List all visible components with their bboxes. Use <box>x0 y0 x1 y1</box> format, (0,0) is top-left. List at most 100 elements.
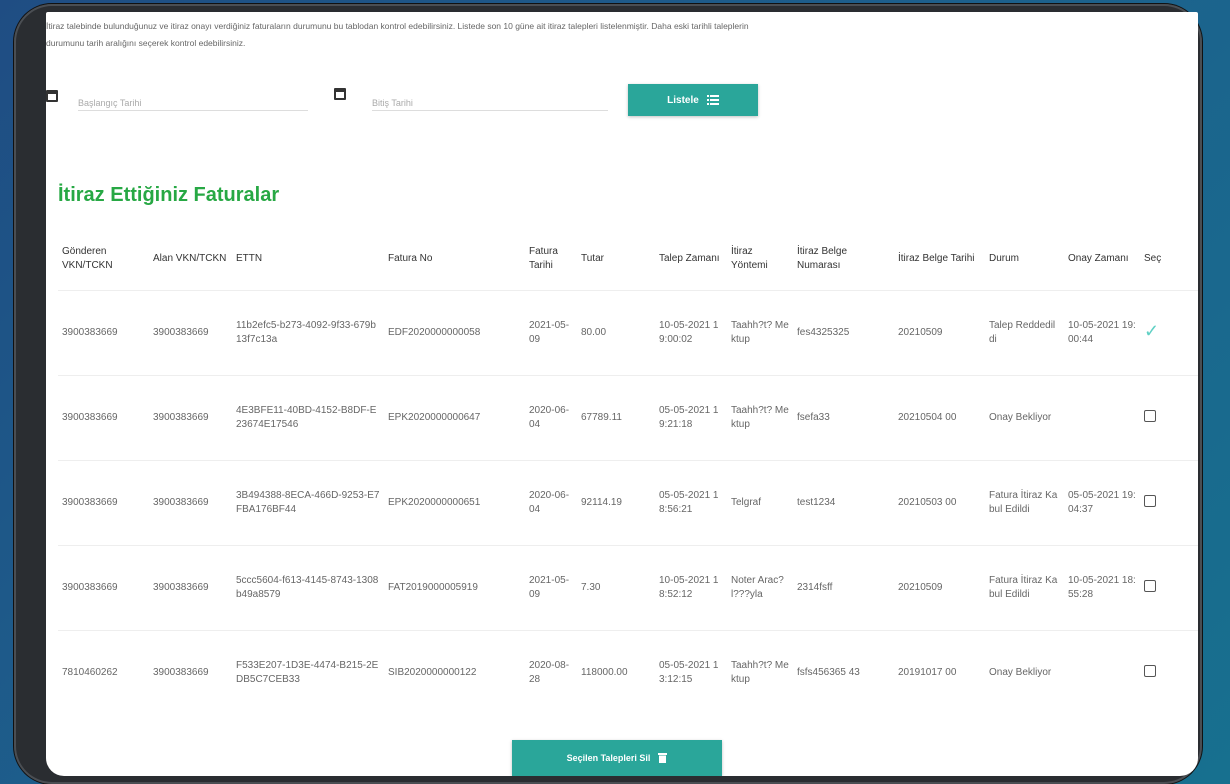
table-row: 3900383669 3900383669 3B494388-8ECA-466D-9… <box>58 460 1198 546</box>
cell-amount: 67789.11 <box>577 375 655 461</box>
cell-method: Taahh?t? Mektup <box>727 290 793 376</box>
cell-invoice-date: 2020-08-28 <box>525 630 577 715</box>
header-request-time: Talep Zamanı <box>659 253 720 264</box>
table-header-row: Gönderen VKN/TCKN Alan VKN/TCKN ETTN Fat… <box>58 228 1198 291</box>
cell-receiver: 3900383669 <box>149 630 232 715</box>
cell-ettn: 3B494388-8ECA-466D-9253-E7FBA176BF44 <box>232 460 384 546</box>
header-approval-time: Onay Zamanı <box>1068 253 1129 264</box>
header-method: İtiraz Yöntemi <box>731 246 768 271</box>
cell-doc-date: 20210509 <box>894 545 985 631</box>
cell-invoice-date: 2021-05-09 <box>525 290 577 376</box>
objections-table: Gönderen VKN/TCKN Alan VKN/TCKN ETTN Fat… <box>58 228 1198 715</box>
cell-select <box>1140 630 1198 715</box>
cell-doc-date: 20210503 00 <box>894 460 985 546</box>
cell-ettn: 4E3BFE11-40BD-4152-B8DF-E23674E17546 <box>232 375 384 461</box>
cell-approval-time: 10-05-2021 18:55:28 <box>1064 545 1140 631</box>
table-row: 3900383669 3900383669 4E3BFE11-40BD-4152-B… <box>58 375 1198 461</box>
intro-line-2: durumunu tarih aralığını seçerek kontrol… <box>46 38 246 48</box>
cell-status: Fatura İtiraz Kabul Edildi <box>985 460 1064 546</box>
header-amount: Tutar <box>581 253 604 264</box>
cell-ettn: 11b2efc5-b273-4092-9f33-679b13f7c13a <box>232 290 384 376</box>
cell-status: Talep Reddedildi <box>985 290 1064 376</box>
intro-line-1: İtiraz talebinde bulunduğunuz ve itiraz … <box>46 21 749 31</box>
table-row: 3900383669 3900383669 11b2efc5-b273-4092-9… <box>58 290 1198 376</box>
cell-request-time: 10-05-2021 18:52:12 <box>655 545 727 631</box>
delete-button-label: Seçilen Talepleri Sil <box>566 753 651 763</box>
cell-doc-number: fes4325325 <box>793 290 894 376</box>
cell-ettn: F533E207-1D3E-4474-B215-2EDB5C7CEB33 <box>232 630 384 715</box>
row-checkbox[interactable] <box>1144 664 1156 677</box>
table-row: 3900383669 3900383669 5ccc5604-f613-4145-8… <box>58 545 1198 631</box>
cell-amount: 118000.00 <box>577 630 655 715</box>
intro-text: İtiraz talebinde bulunduğunuz ve itiraz … <box>46 18 1176 52</box>
header-invoice-no: Fatura No <box>388 253 433 264</box>
cell-receiver: 3900383669 <box>149 290 232 376</box>
header-receiver: Alan VKN/TCKN <box>153 253 227 264</box>
cell-doc-date: 20191017 00 <box>894 630 985 715</box>
calendar-icon[interactable] <box>46 90 58 102</box>
cell-status: Fatura İtiraz Kabul Edildi <box>985 545 1064 631</box>
cell-doc-number: 2314fsff <box>793 545 894 631</box>
cell-receiver: 3900383669 <box>149 460 232 546</box>
cell-amount: 7.30 <box>577 545 655 631</box>
header-invoice-date: Fatura Tarihi <box>529 246 558 271</box>
cell-invoice-no: SIB2020000000122 <box>384 630 525 715</box>
cell-invoice-date: 2020-06-04 <box>525 460 577 546</box>
cell-method: Taahh?t? Mektup <box>727 375 793 461</box>
section-title: İtiraz Ettiğiniz Faturalar <box>58 184 280 206</box>
cell-receiver: 3900383669 <box>149 545 232 631</box>
header-status: Durum <box>989 253 1020 264</box>
header-ettn: ETTN <box>236 253 263 264</box>
calendar-icon[interactable] <box>334 88 346 100</box>
row-checkbox[interactable] <box>1144 409 1156 422</box>
cell-approval-time <box>1064 375 1140 461</box>
cell-ettn: 5ccc5604-f613-4145-8743-1308b49a8579 <box>232 545 384 631</box>
checkmark-icon[interactable]: ✓ <box>1144 321 1159 341</box>
header-doc-number: İtiraz Belge Numarası <box>797 246 848 271</box>
trash-icon <box>658 753 668 763</box>
header-doc-date: İtiraz Belge Tarihi <box>898 253 975 264</box>
cell-method: Telgraf <box>727 460 793 546</box>
row-checkbox[interactable] <box>1144 494 1156 507</box>
cell-status: Onay Bekliyor <box>985 630 1064 715</box>
cell-select: ✓ <box>1140 290 1198 376</box>
cell-invoice-date: 2020-06-04 <box>525 375 577 461</box>
end-date-input[interactable] <box>372 98 608 111</box>
cell-approval-time: 05-05-2021 19:04:37 <box>1064 460 1140 546</box>
cell-doc-number: test1234 <box>793 460 894 546</box>
header-select: Seç <box>1144 253 1162 264</box>
cell-sender: 7810460262 <box>58 630 149 715</box>
cell-doc-number: fsefa33 <box>793 375 894 461</box>
cell-select <box>1140 375 1198 461</box>
header-sender: Gönderen VKN/TCKN <box>62 246 113 271</box>
cell-sender: 3900383669 <box>58 290 149 376</box>
cell-sender: 3900383669 <box>58 375 149 461</box>
cell-select <box>1140 460 1198 546</box>
cell-status: Onay Bekliyor <box>985 375 1064 461</box>
row-checkbox[interactable] <box>1144 579 1156 592</box>
cell-request-time: 10-05-2021 19:00:02 <box>655 290 727 376</box>
cell-request-time: 05-05-2021 13:12:15 <box>655 630 727 715</box>
cell-request-time: 05-05-2021 19:21:18 <box>655 375 727 461</box>
cell-invoice-date: 2021-05-09 <box>525 545 577 631</box>
list-icon <box>706 95 719 105</box>
tablet-frame: İtiraz talebinde bulunduğunuz ve itiraz … <box>14 4 1202 784</box>
cell-request-time: 05-05-2021 18:56:21 <box>655 460 727 546</box>
cell-method: Taahh?t? Mektup <box>727 630 793 715</box>
list-button-label: Listele <box>667 94 699 106</box>
cell-doc-number: fsfs456365 43 <box>793 630 894 715</box>
table-row: 7810460262 3900383669 F533E207-1D3E-4474-B… <box>58 630 1198 715</box>
list-button[interactable]: Listele <box>628 84 758 116</box>
delete-selected-button[interactable]: Seçilen Talepleri Sil <box>512 740 722 776</box>
cell-doc-date: 20210509 <box>894 290 985 376</box>
cell-invoice-no: FAT2019000005919 <box>384 545 525 631</box>
cell-amount: 80.00 <box>577 290 655 376</box>
screen: İtiraz talebinde bulunduğunuz ve itiraz … <box>46 12 1198 776</box>
cell-amount: 92114.19 <box>577 460 655 546</box>
cell-approval-time <box>1064 630 1140 715</box>
cell-receiver: 3900383669 <box>149 375 232 461</box>
cell-doc-date: 20210504 00 <box>894 375 985 461</box>
start-date-input[interactable] <box>78 98 308 111</box>
cell-invoice-no: EPK2020000000651 <box>384 460 525 546</box>
cell-invoice-no: EPK2020000000647 <box>384 375 525 461</box>
